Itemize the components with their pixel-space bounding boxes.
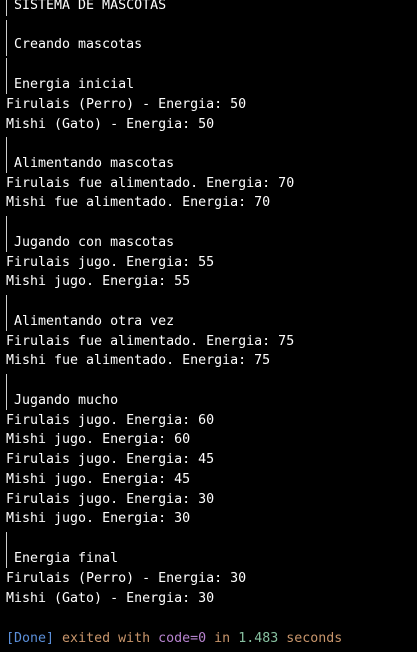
run-duration: 1.483 — [238, 631, 279, 646]
output-line: Firulais fue alimentado. Energia: 75 — [6, 334, 295, 349]
output-line: Alimentando mascotas — [14, 156, 175, 171]
status-seconds-text: seconds — [278, 631, 343, 646]
output-line: Mishi jugo. Energia: 30 — [6, 511, 191, 526]
section-bar — [6, 20, 7, 56]
output-line: Energia final — [14, 551, 119, 566]
output-line: Jugando mucho — [14, 393, 119, 408]
output-line: Firulais (Perro) - Energia: 30 — [6, 571, 247, 586]
exit-code: code=0 — [158, 631, 207, 646]
output-line: Mishi (Gato) - Energia: 30 — [6, 591, 215, 606]
output-line: Firulais fue alimentado. Energia: 70 — [6, 176, 295, 191]
output-line: Mishi fue alimentado. Energia: 75 — [6, 353, 271, 368]
output-line: Mishi jugo. Energia: 45 — [6, 472, 191, 487]
section-bar — [6, 58, 7, 94]
output-line: Firulais jugo. Energia: 60 — [6, 413, 215, 428]
output-line: Firulais jugo. Energia: 30 — [6, 492, 215, 507]
run-status-line: [Done] exited with code=0 in 1.483 secon… — [6, 629, 342, 649]
section-bar — [6, 216, 7, 252]
output-line: Mishi (Gato) - Energia: 50 — [6, 117, 215, 132]
section-bar — [6, 532, 7, 568]
section-bar — [6, 137, 7, 173]
output-line: Jugando con mascotas — [14, 235, 175, 250]
section-bar — [6, 0, 7, 16]
output-line: Mishi jugo. Energia: 60 — [6, 432, 191, 447]
output-line: Mishi jugo. Energia: 55 — [6, 274, 191, 289]
done-label: [Done] — [6, 631, 55, 646]
status-in-text: in — [206, 631, 239, 646]
output-line: SISTEMA DE MASCOTAS — [14, 0, 167, 13]
output-line: Mishi fue alimentado. Energia: 70 — [6, 195, 271, 210]
output-line: Firulais (Perro) - Energia: 50 — [6, 97, 247, 112]
terminal-output-panel: SISTEMA DE MASCOTAS Creando mascotas Ene… — [0, 0, 417, 652]
section-bar — [6, 295, 7, 331]
output-line: Creando mascotas — [14, 37, 143, 52]
output-line: Energia inicial — [14, 77, 135, 92]
section-bar — [6, 374, 7, 410]
output-line: Firulais jugo. Energia: 55 — [6, 255, 215, 270]
output-line: Alimentando otra vez — [14, 314, 175, 329]
status-exited-text: exited with — [54, 631, 159, 646]
output-line: Firulais jugo. Energia: 45 — [6, 452, 215, 467]
